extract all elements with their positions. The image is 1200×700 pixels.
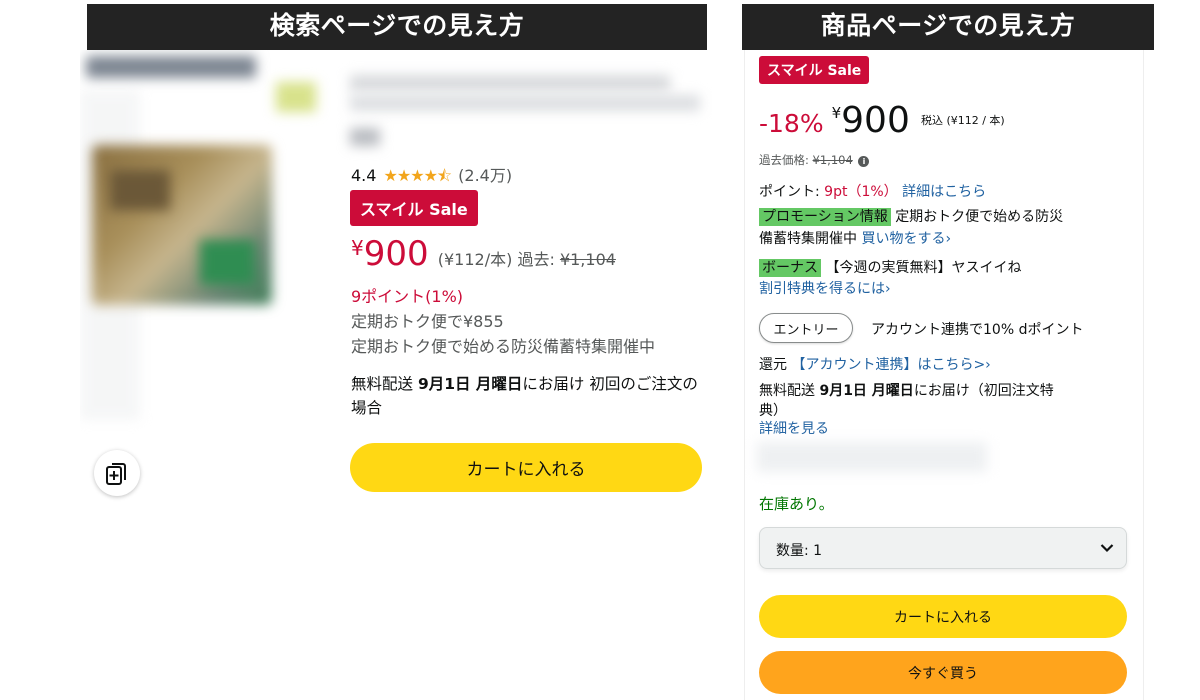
subscription-campaign: 定期おトク便で始める防災備蓄特集開催中 (351, 337, 656, 356)
rating-value: 4.4 (351, 166, 377, 185)
buy-now-button[interactable]: 今すぐ買う (759, 651, 1127, 694)
price-row: -18% ¥900 税込 (¥112 / 本) (759, 100, 1005, 141)
reward-label: 還元 (759, 357, 787, 373)
past-price-label: 過去価格: (759, 153, 813, 167)
currency-symbol: ¥ (351, 236, 364, 260)
promotion-text-2: 備蓄特集開催中 (759, 231, 857, 247)
points-detail-link[interactable]: 詳細はこちら (902, 184, 986, 200)
bonus-text: 【今週の実質無料】ヤスイイね (825, 260, 1022, 276)
promotion-tag: プロモーション情報 (759, 208, 891, 226)
delivery-prefix: 無料配送 (759, 383, 820, 399)
bonus-tag: ボーナス (759, 259, 821, 277)
unit-price: (¥112/本) (437, 250, 513, 269)
blurred-title-line (350, 95, 700, 111)
blurred-brand (86, 56, 256, 78)
search-result-panel: 4.4 ★★★★⯪ (2.4万) スマイル Sale ¥900 (¥112/本)… (80, 50, 712, 505)
bonus-row: ボーナス 【今週の実質無料】ヤスイイね (759, 257, 1021, 277)
quantity-select[interactable]: 数量: 1 (759, 527, 1127, 569)
star-rating-icon: ★★★★⯪ (383, 166, 453, 185)
shop-now-link[interactable]: 買い物をする› (861, 231, 951, 247)
see-details-link[interactable]: 詳細を見る (759, 418, 829, 438)
bonus-link-row: 割引特典を得るには› (759, 278, 891, 298)
points-row: ポイント: 9pt（1%） 詳細はこちら (759, 181, 986, 201)
blurred-address (757, 442, 987, 472)
past-price-label: 過去: (517, 250, 555, 269)
promotion-text: 定期おトク便で始める防災 (895, 209, 1064, 225)
delivery-info-2: 典） (759, 403, 787, 419)
delivery-info: 無料配送 9月1日 月曜日にお届け 初回のご注文の場合 (351, 372, 701, 420)
account-link[interactable]: 【アカウント連携】はこちら>› (791, 357, 990, 373)
blurred-badge (276, 82, 316, 112)
blurred-product-detail (200, 240, 255, 285)
points-value: 9pt（1%） (824, 184, 898, 200)
delivery-date: 9月1日 月曜日 (417, 375, 523, 393)
chevron-down-icon (1100, 541, 1114, 557)
price-row: ¥900 (¥112/本) 過去: ¥1,104 (351, 234, 616, 274)
add-to-cart-button[interactable]: カートに入れる (759, 595, 1127, 638)
delivery-prefix: 無料配送 (351, 375, 418, 393)
price-amount: 900 (363, 234, 429, 274)
rating-row[interactable]: 4.4 ★★★★⯪ (2.4万) (351, 162, 512, 192)
delivery-date: 9月1日 月曜日 (819, 383, 914, 399)
product-page-header: 商品ページでの見え方 (742, 4, 1154, 50)
product-page-panel: スマイル Sale -18% ¥900 税込 (¥112 / 本) 過去価格: ¥… (744, 50, 1144, 700)
discount-benefit-link[interactable]: 割引特典を得るには› (759, 281, 891, 297)
smile-sale-badge: スマイル Sale (350, 190, 478, 226)
subscription-price: 定期おトク便で¥855 (351, 312, 504, 331)
reward-row: 還元 【アカウント連携】はこちら>› (759, 354, 991, 374)
search-result-card: 4.4 ★★★★⯪ (2.4万) スマイル Sale ¥900 (¥112/本)… (336, 162, 712, 422)
promotion-row: プロモーション情報 定期おトク便で始める防災 (759, 206, 1063, 226)
smile-sale-badge: スマイル Sale (759, 56, 870, 84)
tax-unit-price: 税込 (¥112 / 本) (920, 114, 1005, 127)
stock-status: 在庫あり。 (759, 495, 834, 513)
compare-icon[interactable] (94, 450, 140, 496)
blurred-product-detail (110, 170, 170, 210)
currency-symbol: ¥ (831, 104, 842, 122)
add-to-cart-button[interactable]: カートに入れる (350, 443, 702, 492)
points-label: ポイント: (759, 184, 825, 200)
delivery-info: 無料配送 9月1日 月曜日にお届け（初回注文特 (759, 380, 1054, 400)
blurred-title-line (350, 128, 380, 146)
info-icon[interactable]: i (858, 156, 870, 167)
price-amount: 900 (841, 100, 910, 141)
promotion-row-2: 備蓄特集開催中 買い物をする› (759, 228, 951, 248)
points: 9ポイント(1%) (351, 287, 464, 306)
delivery-suffix: にお届け（初回注文特 (913, 383, 1054, 399)
past-price: ¥1,104 (812, 153, 853, 167)
search-page-header: 検索ページでの見え方 (87, 4, 707, 50)
review-count: (2.4万) (458, 166, 513, 185)
blurred-title-line (350, 75, 670, 91)
past-price-row: 過去価格: ¥1,104 i (759, 152, 870, 168)
quantity-label: 数量: 1 (776, 543, 823, 559)
entry-description: アカウント連携で10% dポイント (871, 322, 1084, 338)
past-price: ¥1,104 (559, 250, 616, 269)
discount-percent: -18% (759, 109, 824, 138)
entry-button[interactable]: エントリー (759, 313, 853, 343)
